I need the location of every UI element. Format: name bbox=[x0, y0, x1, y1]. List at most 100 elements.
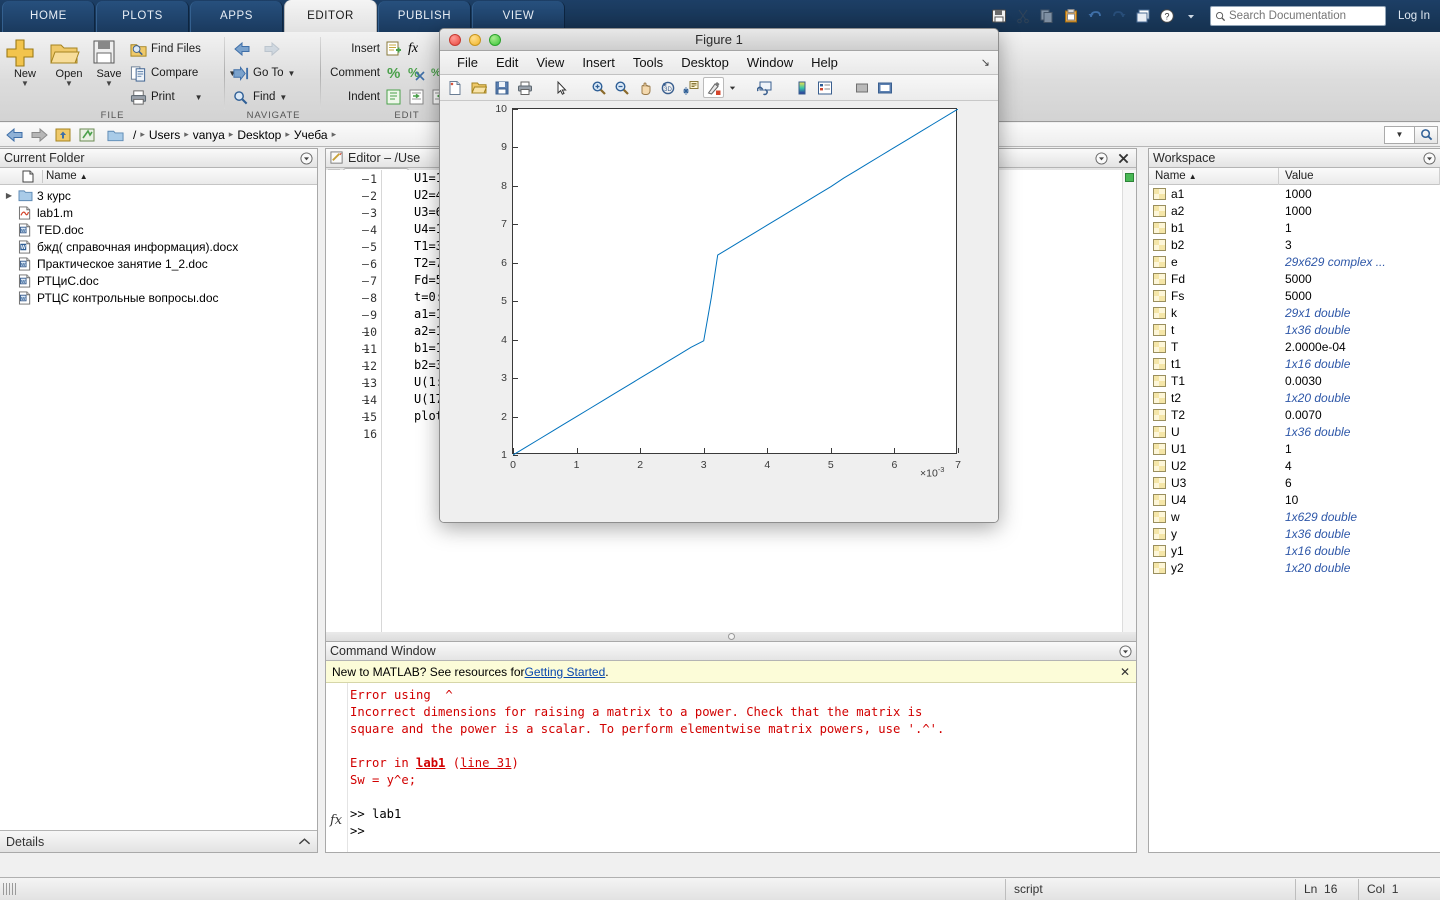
breadcrumb-root[interactable]: / bbox=[133, 128, 136, 142]
menu-view[interactable]: View bbox=[527, 55, 573, 70]
table-row[interactable]: U24 bbox=[1149, 457, 1440, 474]
table-row[interactable]: U410 bbox=[1149, 491, 1440, 508]
pointer-icon[interactable] bbox=[551, 77, 572, 98]
open-file-icon[interactable] bbox=[468, 77, 489, 98]
tab-home[interactable]: HOME bbox=[2, 1, 95, 32]
print-button[interactable]: Print ▼ bbox=[130, 86, 203, 108]
smart-indent-icon[interactable] bbox=[385, 88, 403, 106]
link-plot-icon[interactable] bbox=[754, 77, 775, 98]
rotate-3d-icon[interactable]: 3D bbox=[657, 77, 678, 98]
panel-options-icon[interactable] bbox=[1094, 151, 1108, 165]
switch-window-icon[interactable] bbox=[1132, 5, 1154, 27]
colorbar-icon[interactable] bbox=[791, 77, 812, 98]
workspace-name-column[interactable]: Name ▲ bbox=[1149, 168, 1279, 185]
table-row[interactable]: a21000 bbox=[1149, 202, 1440, 219]
find-button[interactable]: Find ▼ bbox=[232, 86, 287, 108]
table-row[interactable]: U1x36 double bbox=[1149, 423, 1440, 440]
redo-icon[interactable] bbox=[1108, 5, 1130, 27]
fx-icon[interactable]: fx bbox=[330, 813, 342, 828]
compare-button[interactable]: Compare ▼ bbox=[130, 62, 236, 84]
menu-insert[interactable]: Insert bbox=[573, 55, 624, 70]
panel-options-icon[interactable] bbox=[1118, 644, 1132, 658]
search-input[interactable] bbox=[1229, 10, 1379, 22]
table-row[interactable]: t21x20 double bbox=[1149, 389, 1440, 406]
browse-folder-icon[interactable] bbox=[77, 125, 97, 145]
figure-titlebar[interactable]: Figure 1 bbox=[440, 29, 998, 51]
editor-breakpoint-marks[interactable]: – – – – – – – – – – – – – – – bbox=[362, 170, 382, 442]
path-dropdown-button[interactable]: ▼ bbox=[1384, 126, 1414, 144]
save-icon[interactable] bbox=[988, 5, 1010, 27]
forward-icon[interactable] bbox=[29, 125, 49, 145]
menu-tools[interactable]: Tools bbox=[624, 55, 672, 70]
details-bar[interactable]: Details bbox=[0, 830, 317, 852]
help-icon[interactable]: ? bbox=[1156, 5, 1178, 27]
uncomment-icon[interactable]: % bbox=[408, 64, 426, 82]
forward-button[interactable] bbox=[260, 38, 282, 60]
brush-icon[interactable] bbox=[703, 77, 724, 98]
pan-icon[interactable] bbox=[634, 77, 655, 98]
save-figure-icon[interactable] bbox=[491, 77, 512, 98]
panel-options-icon[interactable] bbox=[1422, 151, 1436, 165]
list-item[interactable]: W TED.doc bbox=[0, 221, 317, 238]
figure-window[interactable]: Figure 1 File Edit View Insert Tools Des… bbox=[439, 28, 999, 523]
goto-dropdown-arrow[interactable]: ▼ bbox=[287, 69, 295, 78]
table-row[interactable]: t11x16 double bbox=[1149, 355, 1440, 372]
command-output-area[interactable]: Error using ^ Incorrect dimensions for r… bbox=[326, 683, 1136, 852]
list-item[interactable]: W РТЦС контрольные вопросы.doc bbox=[0, 289, 317, 306]
save-button[interactable]: Save ▼ bbox=[88, 37, 130, 88]
getting-started-link[interactable]: Getting Started bbox=[525, 665, 606, 679]
list-item[interactable]: W РТЦиС.doc bbox=[0, 272, 317, 289]
table-row[interactable]: Fd5000 bbox=[1149, 270, 1440, 287]
command-prompt[interactable]: >> bbox=[350, 823, 1132, 840]
list-item[interactable]: ▶ 3 курс bbox=[0, 187, 317, 204]
breadcrumb-vanya[interactable]: vanya bbox=[193, 128, 225, 142]
menu-help[interactable]: Help bbox=[802, 55, 847, 70]
list-item[interactable]: W бжд( справочная информация).docx bbox=[0, 238, 317, 255]
back-button[interactable] bbox=[232, 38, 254, 60]
workspace-value-column[interactable]: Value bbox=[1279, 168, 1440, 185]
indent-right-icon[interactable] bbox=[408, 88, 426, 106]
search-documentation-field[interactable] bbox=[1210, 6, 1386, 26]
table-row[interactable]: b11 bbox=[1149, 219, 1440, 236]
tab-editor[interactable]: EDITOR bbox=[284, 0, 377, 32]
undo-icon[interactable] bbox=[1084, 5, 1106, 27]
tab-plots[interactable]: PLOTS bbox=[96, 1, 189, 32]
chevron-down-icon[interactable] bbox=[1180, 5, 1202, 27]
chevron-down-icon[interactable] bbox=[726, 77, 738, 98]
status-grip-icon[interactable] bbox=[3, 883, 17, 895]
close-icon[interactable] bbox=[1116, 151, 1130, 165]
expand-triangle-icon[interactable]: ▶ bbox=[4, 191, 14, 200]
table-row[interactable]: y1x36 double bbox=[1149, 525, 1440, 542]
editor-health-bar[interactable] bbox=[1122, 170, 1136, 635]
copy-icon[interactable] bbox=[1036, 5, 1058, 27]
menu-window[interactable]: Window bbox=[738, 55, 802, 70]
name-column-header[interactable]: Name ▲ bbox=[46, 170, 88, 182]
editor-command-splitter[interactable] bbox=[325, 632, 1137, 641]
table-row[interactable]: k29x1 double bbox=[1149, 304, 1440, 321]
print-dropdown-arrow[interactable]: ▼ bbox=[195, 93, 203, 102]
list-item[interactable]: W Практическое занятие 1_2.doc bbox=[0, 255, 317, 272]
find-files-button[interactable]: Find Files bbox=[130, 38, 201, 60]
login-button[interactable]: Log In bbox=[1398, 10, 1430, 22]
comment-percent-icon[interactable]: % bbox=[385, 64, 403, 82]
table-row[interactable]: a11000 bbox=[1149, 185, 1440, 202]
panel-options-icon[interactable] bbox=[299, 151, 313, 165]
data-cursor-icon[interactable] bbox=[680, 77, 701, 98]
open-button[interactable]: Open ▼ bbox=[48, 37, 90, 88]
table-row[interactable]: y21x20 double bbox=[1149, 559, 1440, 576]
insert-section-icon[interactable] bbox=[385, 40, 403, 58]
resize-corner-icon[interactable]: ↘ bbox=[981, 56, 990, 69]
breadcrumb-desktop[interactable]: Desktop bbox=[237, 128, 281, 142]
path-search-button[interactable] bbox=[1414, 126, 1438, 144]
find-dropdown-arrow[interactable]: ▼ bbox=[279, 93, 287, 102]
error-file-link[interactable]: lab1 bbox=[416, 756, 445, 770]
up-folder-icon[interactable] bbox=[53, 125, 73, 145]
table-row[interactable]: Fs5000 bbox=[1149, 287, 1440, 304]
table-row[interactable]: t1x36 double bbox=[1149, 321, 1440, 338]
table-row[interactable]: e29x629 complex ... bbox=[1149, 253, 1440, 270]
table-row[interactable]: y11x16 double bbox=[1149, 542, 1440, 559]
print-figure-icon[interactable] bbox=[514, 77, 535, 98]
menu-file[interactable]: File bbox=[448, 55, 487, 70]
details-chevron-up-icon[interactable] bbox=[298, 837, 311, 846]
legend-icon[interactable] bbox=[814, 77, 835, 98]
